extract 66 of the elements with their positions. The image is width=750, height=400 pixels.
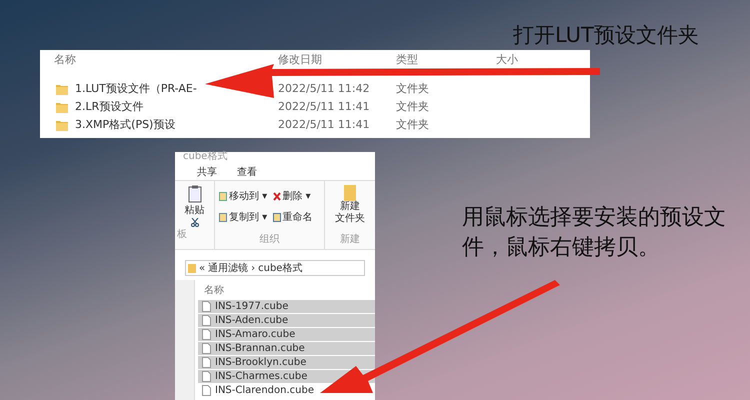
ribbon-tab[interactable]: 共享 [195,165,219,180]
file-icon [202,357,211,368]
folder-name: 1.LUT预设文件（PR-AE- [75,80,197,97]
column-header[interactable]: 名称 [54,52,76,66]
ribbon-button[interactable]: 复制到 ▾ [219,210,270,225]
type-cell-text: 文件夹 [395,116,429,133]
scissors-icon[interactable] [190,218,198,227]
type-cell-text: 文件夹 [395,80,429,97]
group-label: 新建 [340,232,360,247]
window-title: cube格式 [183,152,228,162]
file-row[interactable]: INS-Brooklyn.cube [198,356,375,370]
file-name: INS-Brannan.cube [215,342,305,356]
file-icon [202,343,211,354]
file-icon [202,301,211,312]
file-icon [202,371,211,382]
instruction-text: 打开LUT预设文件夹 [513,22,699,49]
folder-row[interactable]: 2.LR预设文件 2022/5/11 11:41 文件夹 [40,98,590,116]
folder-icon [188,264,196,272]
folder-name: 2.LR预设文件 [75,98,144,115]
date-cell-text: 2022/5/11 11:41 [277,98,371,115]
address-bar[interactable]: « 通用滤镜 › cube格式 [185,260,365,276]
breadcrumb-separator: › [251,262,256,276]
file-name: INS-1977.cube [215,300,288,314]
folder-icon [56,84,68,94]
ribbon-button[interactable]: 删除 ▾ [272,189,324,204]
file-icon [202,315,211,326]
column-header[interactable]: 名称 [198,280,375,300]
ribbon-tab[interactable]: 查看 [235,165,259,180]
file-name: INS-Brooklyn.cube [215,356,306,370]
folder-icon [56,120,68,130]
clipboard-icon[interactable] [188,185,202,203]
file-icon [202,329,211,340]
group-label: 组织 [258,233,280,247]
back-chevron[interactable]: « [199,260,206,276]
folder-row[interactable]: 1.LUT预设文件（PR-AE- 2022/5/11 11:42 文件夹 [40,80,590,98]
file-row[interactable]: INS-1977.cube [198,300,375,314]
document-icon [219,192,227,201]
new-folder-button[interactable]: 新建 文件夹 [335,201,365,225]
column-header[interactable]: 类型 [396,52,418,66]
date-cell-text: 2022/5/11 11:42 [277,80,371,97]
breadcrumb[interactable]: cube格式 [258,260,302,276]
x-icon [272,192,280,201]
ribbon-button[interactable]: 移动到 ▾ [219,189,270,204]
file-name: INS-Aden.cube [215,314,288,328]
column-header[interactable]: 大小 [496,52,518,66]
document-icon [219,213,227,222]
folder-icon [344,185,356,201]
file-row[interactable]: INS-Aden.cube [198,314,375,328]
file-row[interactable]: INS-Amaro.cube [198,328,375,342]
instruction-text: 用鼠标选择要安装的预设文件，鼠标右键拷贝。 [462,204,727,262]
file-name: INS-Amaro.cube [215,328,296,342]
file-icon [202,385,211,396]
file-row[interactable]: INS-Brannan.cube [198,342,375,356]
breadcrumb[interactable]: 通用滤镜 [208,260,248,276]
file-name: INS-Charmes.cube [215,370,308,384]
folder-name: 3.XMP格式(PS)预设 [75,116,176,133]
column-header[interactable]: 修改日期 [278,52,322,66]
folder-row[interactable]: 3.XMP格式(PS)预设 2022/5/11 11:41 文件夹 [40,116,590,134]
paste-button[interactable]: 粘贴 [184,203,204,218]
date-cell-text: 2022/5/11 11:41 [277,116,371,133]
folder-icon [56,102,68,112]
document-icon [272,213,280,222]
file-name: INS-Clarendon.cube [215,384,314,398]
ribbon-button[interactable]: 重命名 [272,210,324,225]
group-label: 板 [176,228,187,242]
type-cell-text: 文件夹 [395,98,429,115]
